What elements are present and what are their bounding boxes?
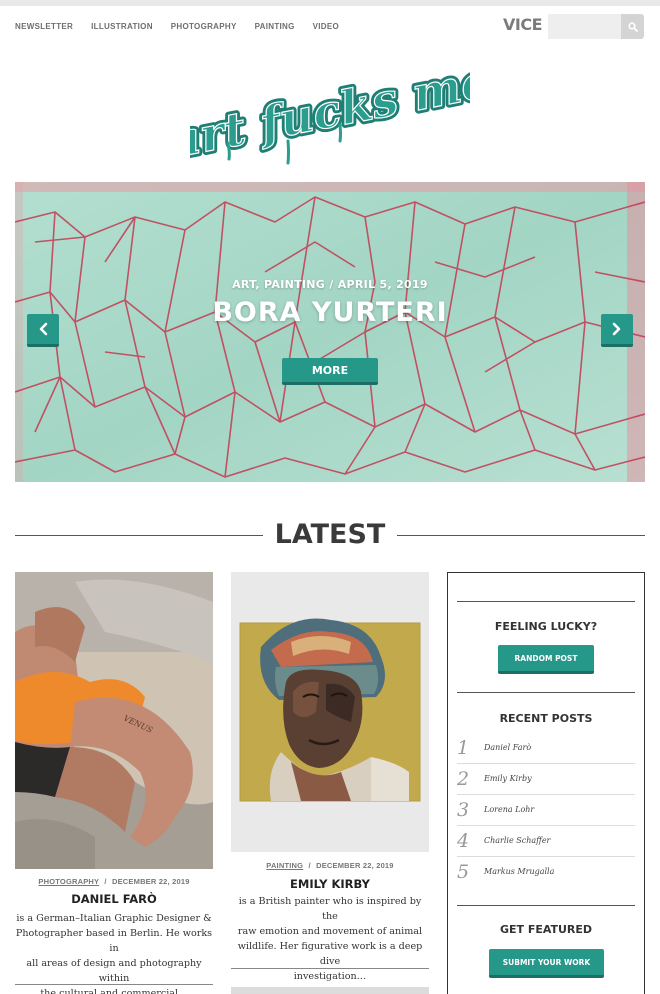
search-icon bbox=[627, 21, 638, 32]
hero-image bbox=[15, 182, 645, 482]
chevron-left-icon bbox=[39, 322, 48, 336]
excerpt-line: is a German–Italian Graphic Designer & bbox=[16, 913, 212, 924]
meta-separator: / bbox=[104, 877, 107, 886]
sidebar-divider bbox=[457, 905, 635, 906]
recent-post-link[interactable]: Charlie Schaffer bbox=[484, 836, 550, 845]
post-meta: PHOTOGRAPHY / DECEMBER 22, 2019 bbox=[15, 877, 213, 886]
recent-post-link[interactable]: Daniel Farò bbox=[484, 743, 531, 752]
get-featured-heading: GET FEATURED bbox=[499, 923, 593, 936]
random-post-button[interactable]: RANDOM POST bbox=[498, 645, 594, 674]
recent-post-number: 5 bbox=[457, 861, 470, 883]
recent-post-item[interactable]: 2 Emily Kirby bbox=[457, 764, 635, 795]
next-post-image[interactable] bbox=[231, 987, 429, 994]
latest-divider-right bbox=[397, 535, 645, 536]
recent-posts-heading: RECENT POSTS bbox=[499, 712, 593, 725]
post-excerpt: is a British painter who is inspired by … bbox=[231, 894, 429, 984]
hero-separator: / bbox=[329, 278, 334, 291]
logo-graphic: art fucks me art fucks me bbox=[162, 50, 498, 172]
search-box bbox=[548, 14, 644, 39]
nav-video[interactable]: VIDEO bbox=[313, 22, 339, 31]
submit-work-button[interactable]: SUBMIT YOUR WORK bbox=[489, 949, 604, 978]
recent-post-item[interactable]: 3 Lorena Lohr bbox=[457, 795, 635, 826]
search-input[interactable] bbox=[548, 14, 622, 39]
svg-text:art fucks me: art fucks me bbox=[190, 55, 470, 165]
search-button[interactable] bbox=[621, 14, 644, 39]
site-logo[interactable]: art fucks me art fucks me bbox=[162, 50, 498, 172]
chevron-right-icon bbox=[612, 322, 621, 336]
meta-separator: / bbox=[308, 861, 311, 870]
slider-prev-button[interactable] bbox=[27, 314, 59, 347]
hero-more-button[interactable]: MORE bbox=[282, 358, 378, 385]
nav-painting[interactable]: PAINTING bbox=[255, 22, 295, 31]
post-divider bbox=[231, 968, 429, 969]
hero-meta: ART, PAINTING / APRIL 5, 2019 bbox=[15, 278, 645, 291]
nav-photography[interactable]: PHOTOGRAPHY bbox=[171, 22, 237, 31]
nav-illustration[interactable]: ILLUSTRATION bbox=[91, 22, 153, 31]
nav-newsletter[interactable]: NEWSLETTER bbox=[15, 22, 73, 31]
post-excerpt: is a German–Italian Graphic Designer & P… bbox=[15, 911, 213, 994]
excerpt-line: investigation… bbox=[293, 971, 367, 982]
post-date: DECEMBER 22, 2019 bbox=[111, 877, 190, 886]
hero-categories[interactable]: ART, PAINTING bbox=[232, 278, 325, 291]
recent-post-item[interactable]: 1 Daniel Farò bbox=[457, 733, 635, 764]
recent-post-number: 3 bbox=[457, 799, 470, 821]
recent-post-link[interactable]: Emily Kirby bbox=[484, 774, 532, 783]
recent-post-item[interactable]: 5 Markus Mrugalla bbox=[457, 857, 635, 888]
slider-next-button[interactable] bbox=[601, 314, 633, 347]
hero-slider: ART, PAINTING / APRIL 5, 2019 BORA YURTE… bbox=[15, 182, 645, 482]
post-photo bbox=[231, 572, 429, 852]
vice-logo[interactable]: VICE bbox=[503, 15, 543, 34]
recent-post-number: 4 bbox=[457, 830, 470, 852]
post-category-link[interactable]: PHOTOGRAPHY bbox=[38, 877, 99, 886]
recent-post-item[interactable]: 4 Charlie Schaffer bbox=[457, 826, 635, 857]
hero-title[interactable]: BORA YURTERI bbox=[15, 297, 645, 328]
sidebar-divider bbox=[457, 601, 635, 602]
recent-post-number: 1 bbox=[457, 737, 470, 759]
feeling-lucky-heading: FEELING LUCKY? bbox=[494, 620, 598, 633]
post-card: VENUS PHOTOGRAPHY / DECEMBER 22, 2019 DA… bbox=[15, 572, 213, 994]
post-image[interactable]: VENUS bbox=[15, 572, 213, 869]
sidebar: FEELING LUCKY? RANDOM POST RECENT POSTS … bbox=[447, 572, 645, 994]
post-title[interactable]: DANIEL FARÒ bbox=[15, 892, 213, 906]
top-strip bbox=[0, 0, 660, 6]
post-card: PAINTING / DECEMBER 22, 2019 EMILY KIRBY… bbox=[231, 572, 429, 994]
post-category-link[interactable]: PAINTING bbox=[266, 861, 303, 870]
excerpt-line: all areas of design and photography with… bbox=[26, 958, 202, 984]
excerpt-line: wildlife. Her figurative work is a deep … bbox=[237, 941, 423, 967]
recent-post-link[interactable]: Markus Mrugalla bbox=[484, 867, 554, 876]
post-title[interactable]: EMILY KIRBY bbox=[231, 877, 429, 891]
sidebar-divider bbox=[457, 692, 635, 693]
post-photo: VENUS bbox=[15, 572, 213, 869]
excerpt-line: Photographer based in Berlin. He works i… bbox=[15, 928, 213, 954]
post-image[interactable] bbox=[231, 572, 429, 852]
post-divider bbox=[15, 984, 213, 985]
top-nav: NEWSLETTER ILLUSTRATION PHOTOGRAPHY PAIN… bbox=[15, 22, 357, 31]
excerpt-line: the cultural and commercial… bbox=[40, 988, 188, 994]
hero-date: APRIL 5, 2019 bbox=[337, 278, 428, 291]
recent-post-number: 2 bbox=[457, 768, 470, 790]
post-date: DECEMBER 22, 2019 bbox=[316, 861, 394, 870]
post-meta: PAINTING / DECEMBER 22, 2019 bbox=[231, 861, 429, 870]
excerpt-line: raw emotion and movement of animal bbox=[237, 926, 423, 937]
excerpt-line: is a British painter who is inspired by … bbox=[238, 896, 422, 922]
recent-post-link[interactable]: Lorena Lohr bbox=[484, 805, 534, 814]
